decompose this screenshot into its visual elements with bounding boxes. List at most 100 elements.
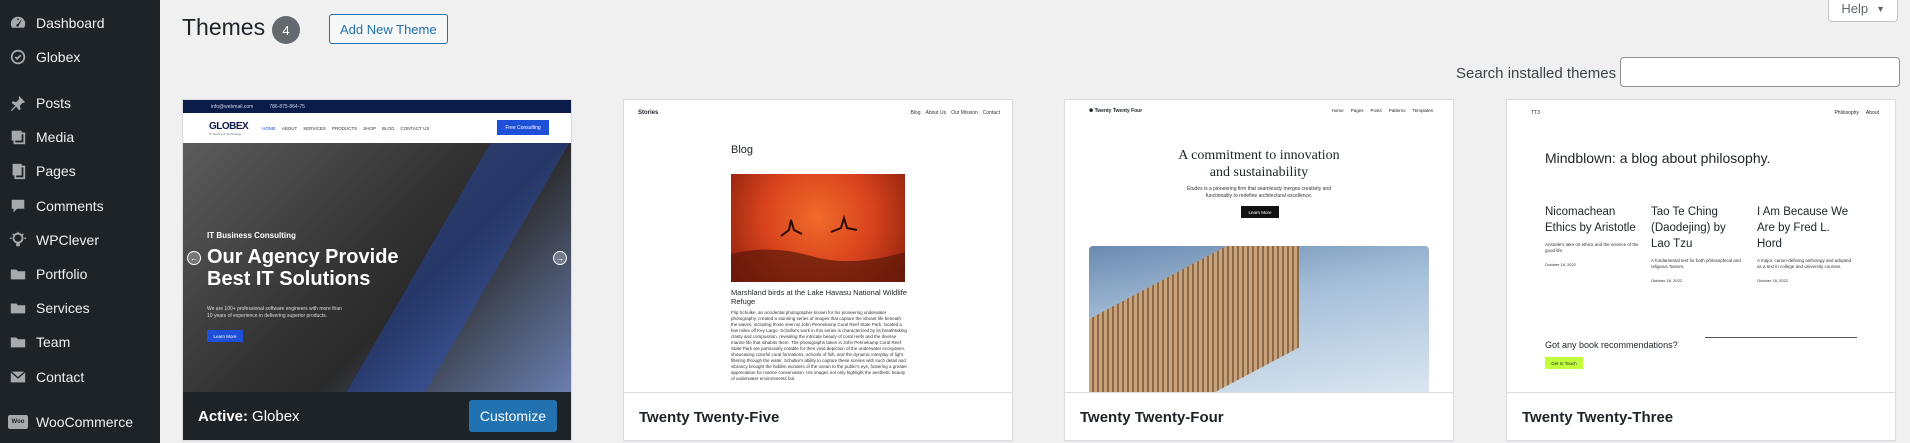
media-icon xyxy=(0,128,36,146)
folder-icon xyxy=(0,333,36,351)
help-tab-button[interactable]: Help ▼ xyxy=(1828,0,1898,22)
pin-icon xyxy=(0,94,36,112)
folder-icon xyxy=(0,299,36,317)
preview-links: Home Pages Posts Patterns Templates xyxy=(1331,108,1433,113)
preview-nav: GLOBEX IT Service & Technology HOME ABOU… xyxy=(183,113,571,143)
sidebar-item-team[interactable]: Team xyxy=(0,325,160,359)
preview-post: Nicomachean Ethics by Aristotle Aristotl… xyxy=(1545,206,1639,267)
preview-hero: IT Business Consulting Our Agency Provid… xyxy=(183,143,571,392)
preview-kicker: IT Business Consulting xyxy=(207,231,296,240)
sidebar-item-label: Pages xyxy=(36,163,76,179)
admin-sidebar: Dashboard Globex Posts Media Pages Comme… xyxy=(0,0,160,443)
sidebar-item-label: Media xyxy=(36,129,75,145)
theme-screenshot: info@webmail.com 786-875-864-75 GLOBEX I… xyxy=(183,100,571,392)
preview-headline: Our Agency Provide Best IT Solutions xyxy=(207,246,399,290)
sidebar-item-dashboard[interactable]: Dashboard xyxy=(0,6,160,40)
help-label: Help xyxy=(1841,1,1869,16)
preview-brand: ✺ Twenty Twenty Four xyxy=(1089,108,1143,114)
theme-card-globex[interactable]: info@webmail.com 786-875-864-75 GLOBEX I… xyxy=(182,99,572,441)
preview-brand: Stories xyxy=(638,110,659,116)
sidebar-item-label: WPClever xyxy=(36,232,100,248)
preview-logo: GLOBEX IT Service & Technology xyxy=(209,120,249,136)
customize-button[interactable]: Customize xyxy=(468,400,557,432)
preview-button: Get In Touch xyxy=(1545,357,1583,369)
theme-name: Twenty Twenty-Four xyxy=(1080,408,1224,426)
sidebar-item-woocommerce[interactable]: Woo WooCommerce xyxy=(0,405,160,439)
sidebar-item-portfolio[interactable]: Portfolio xyxy=(0,257,160,291)
preview-topbar: info@webmail.com 786-875-864-75 xyxy=(183,100,571,113)
sidebar-item-contact[interactable]: Contact xyxy=(0,360,160,394)
theme-screenshot: ✺ Twenty Twenty Four Home Pages Posts Pa… xyxy=(1065,100,1453,392)
theme-card-twenty-twenty-four[interactable]: ✺ Twenty Twenty Four Home Pages Posts Pa… xyxy=(1064,99,1454,441)
sidebar-item-posts[interactable]: Posts xyxy=(0,86,160,120)
mail-icon xyxy=(0,368,36,386)
folder-icon xyxy=(0,265,36,283)
dashboard-icon xyxy=(0,14,36,32)
comments-icon xyxy=(0,197,36,215)
sidebar-item-label: WooCommerce xyxy=(36,414,133,430)
preview-image xyxy=(1089,246,1429,392)
preview-subtext: We are 100+ professional software engine… xyxy=(207,306,342,319)
sidebar-item-comments[interactable]: Comments xyxy=(0,189,160,223)
sidebar-item-pages[interactable]: Pages xyxy=(0,154,160,188)
theme-name-bar: Twenty Twenty-Five xyxy=(624,392,1012,440)
preview-headline: Mindblown: a blog about philosophy. xyxy=(1545,150,1771,166)
preview-menu: HOME ABOUT SERVICES PRODUCTS SHOP BLOG C… xyxy=(262,125,430,131)
preview-body: Flip Schulke, an accidental photographer… xyxy=(731,310,907,381)
sidebar-item-label: Portfolio xyxy=(36,266,88,282)
theme-screenshot: TT3 Philosophy About Mindblown: a blog a… xyxy=(1507,100,1895,392)
preview-links: Philosophy About xyxy=(1834,110,1879,116)
theme-name-bar: Twenty Twenty-Three xyxy=(1507,392,1895,440)
theme-name: Twenty Twenty-Three xyxy=(1522,408,1674,426)
themes-page: Themes 4 Add New Theme Help ▼ Search ins… xyxy=(160,0,1910,443)
sidebar-item-globex[interactable]: Globex xyxy=(0,40,160,74)
preview-subtext: Études is a pioneering firm that seamles… xyxy=(1187,186,1331,199)
theme-name: Twenty Twenty-Five xyxy=(639,408,780,426)
caret-down-icon: ▼ xyxy=(1876,3,1885,14)
theme-card-twenty-twenty-three[interactable]: TT3 Philosophy About Mindblown: a blog a… xyxy=(1506,99,1896,441)
search-label: Search installed themes xyxy=(1456,65,1617,82)
preview-image xyxy=(731,174,905,282)
preview-brand: TT3 xyxy=(1531,110,1540,116)
wpclever-icon xyxy=(0,231,36,249)
pages-icon xyxy=(0,162,36,180)
theme-name-bar: Active: Globex Customize xyxy=(183,392,571,440)
preview-headline: A commitment to innovation and sustainab… xyxy=(1178,148,1340,180)
theme-name: Globex xyxy=(252,408,300,425)
theme-count-badge: 4 xyxy=(272,16,300,44)
sidebar-item-label: Dashboard xyxy=(36,15,105,31)
preview-question: Got any book recommendations? xyxy=(1545,340,1678,350)
sidebar-item-wpclever[interactable]: WPClever xyxy=(0,223,160,257)
preview-email: info@webmail.com xyxy=(211,103,254,110)
sidebar-item-label: Comments xyxy=(36,198,104,214)
preview-post: Tao Te Ching (Daodejing) by Lao Tzu A fu… xyxy=(1651,206,1741,283)
sidebar-item-label: Globex xyxy=(36,49,81,65)
preview-links: Blog About Us Our Mission Contact xyxy=(910,110,1000,116)
arrow-right-icon: → xyxy=(553,251,567,265)
add-new-theme-button[interactable]: Add New Theme xyxy=(329,14,448,44)
search-themes-input[interactable] xyxy=(1620,57,1900,87)
sidebar-item-label: Posts xyxy=(36,95,72,111)
preview-divider xyxy=(1705,337,1857,338)
sidebar-item-label: Services xyxy=(36,300,90,316)
preview-button: Learn More xyxy=(1241,206,1279,218)
star-icon: ✺ xyxy=(1089,108,1094,114)
page-title: Themes xyxy=(182,14,266,40)
preview-title: Blog xyxy=(731,144,754,156)
preview-cta: Free Consulting xyxy=(497,120,549,135)
preview-post: I Am Because We Are by Fred L. Hord A ma… xyxy=(1757,206,1852,283)
preview-phone: 786-875-864-75 xyxy=(269,103,305,110)
theme-name-bar: Twenty Twenty-Four xyxy=(1065,392,1453,440)
arrow-left-icon: ← xyxy=(187,251,201,265)
preview-caption: Marshland birds at the Lake Havasu Natio… xyxy=(731,288,907,306)
sidebar-item-services[interactable]: Services xyxy=(0,291,160,325)
theme-screenshot: Stories Blog About Us Our Mission Contac… xyxy=(624,100,1012,392)
active-label: Active: xyxy=(198,408,249,425)
sidebar-item-label: Contact xyxy=(36,369,85,385)
preview-button: Learn More xyxy=(207,330,243,342)
sidebar-item-media[interactable]: Media xyxy=(0,120,160,154)
theme-card-twenty-twenty-five[interactable]: Stories Blog About Us Our Mission Contac… xyxy=(623,99,1013,441)
globex-icon xyxy=(0,48,36,66)
sidebar-item-label: Team xyxy=(36,334,71,350)
woocommerce-icon: Woo xyxy=(0,415,36,429)
